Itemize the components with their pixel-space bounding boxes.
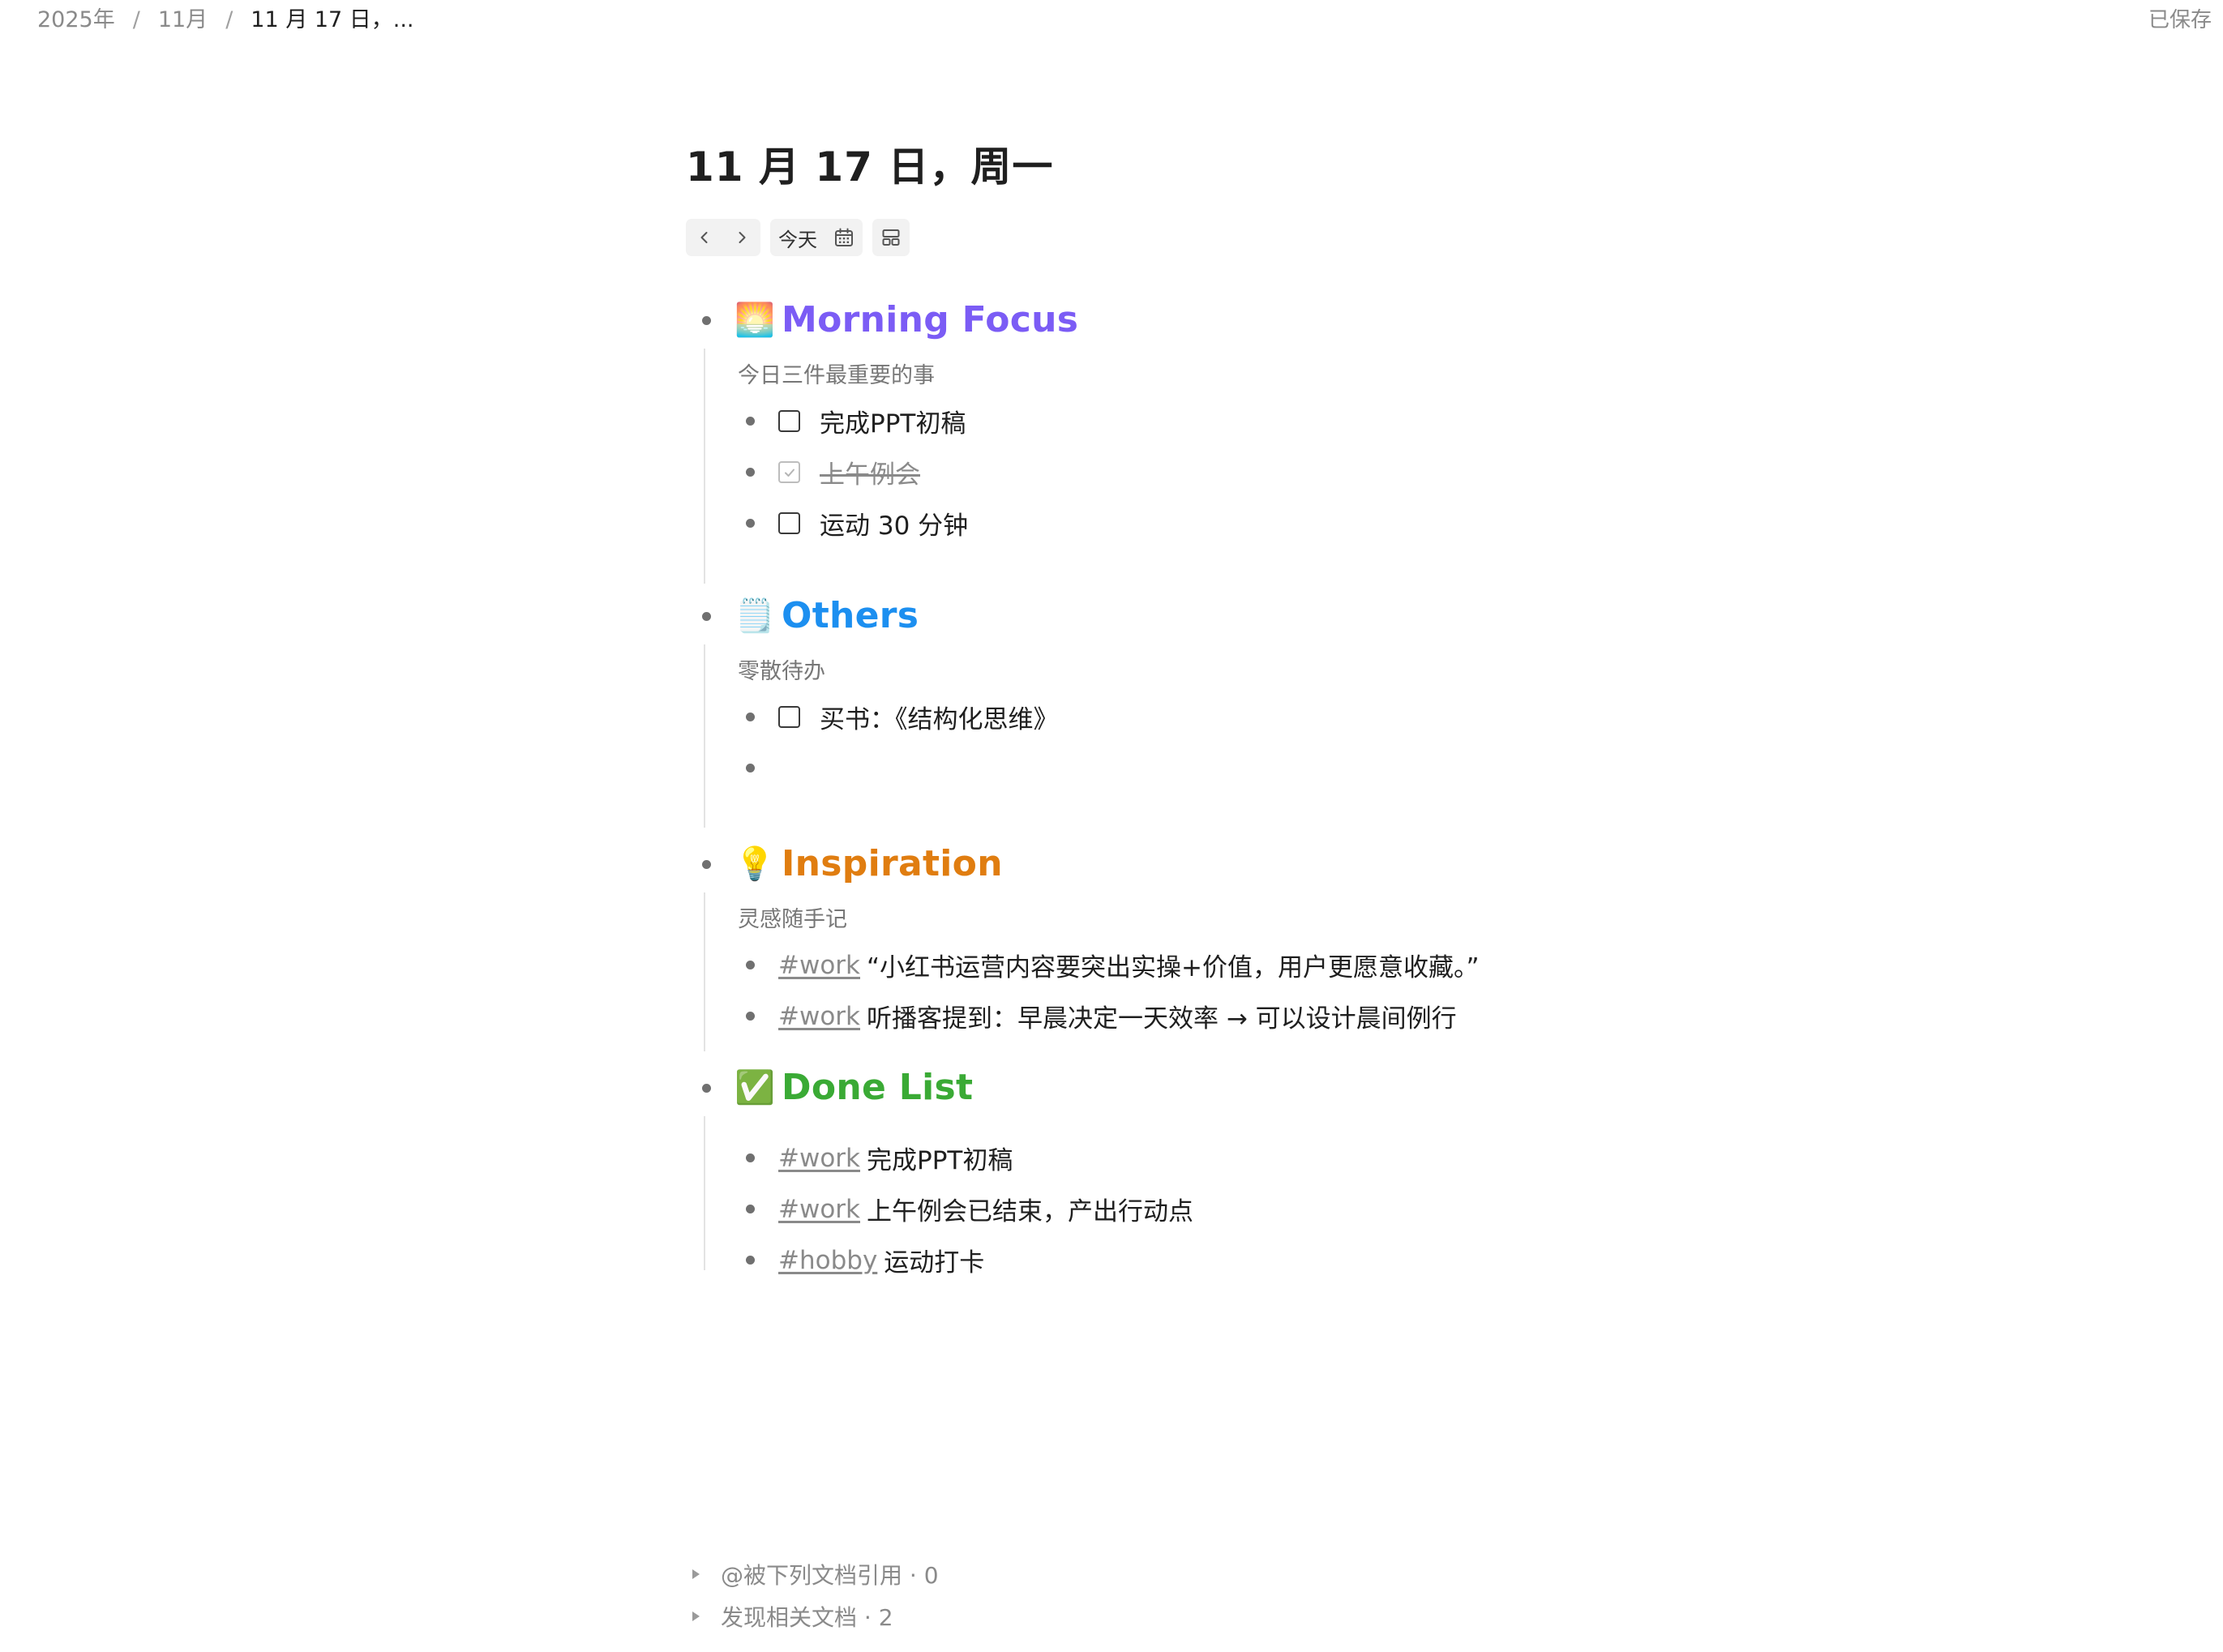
section-heading[interactable]: ✅ Done List	[686, 1059, 1740, 1116]
journal-page: 11 月 17 日，周一 今天 🌅 Morning Focus 今日三件最重要的…	[686, 138, 1740, 1278]
note-text[interactable]: 听播客提到：早晨决定一天效率 → 可以设计晨间例行	[867, 998, 1457, 1034]
related-docs-label: 发现相关文档 · 2	[721, 1604, 893, 1631]
task-text[interactable]: 运动 30 分钟	[820, 505, 968, 541]
section-heading[interactable]: 🗒️ Others	[686, 588, 1740, 644]
list-item[interactable]: #work 听播客提到：早晨决定一天效率 → 可以设计晨间例行	[705, 991, 1740, 1042]
date-toolbar: 今天	[686, 219, 1740, 256]
done-text[interactable]: 完成PPT初稿	[867, 1140, 1013, 1176]
page-footer: @被下列文档引用 · 0 发现相关文档 · 2	[686, 1553, 939, 1637]
list-item-empty[interactable]	[705, 743, 1740, 794]
notepad-icon: 🗒️	[735, 597, 775, 635]
task-checkbox[interactable]	[778, 410, 800, 432]
top-bar: 2025年 / 11月 / 11 月 17 日，... 已保存	[0, 0, 2223, 42]
bullet-dot[interactable]	[702, 1084, 711, 1093]
check-mark-button-icon: ✅	[735, 1069, 775, 1106]
section-children: 零散待办 买书：《结构化思维》	[704, 644, 1740, 828]
layout-icon	[882, 229, 900, 246]
next-day-button[interactable]	[723, 219, 760, 256]
list-item[interactable]: #work 完成PPT初稿	[705, 1132, 1740, 1183]
section-others: 🗒️ Others 零散待办 买书：《结构化思维》	[686, 588, 1740, 828]
layout-group	[872, 219, 910, 256]
section-title[interactable]: Done List	[782, 1059, 973, 1116]
bullet-dot[interactable]	[746, 417, 755, 426]
bullet-dot[interactable]	[746, 1256, 755, 1265]
section-heading[interactable]: 💡 Inspiration	[686, 836, 1740, 892]
list-item[interactable]: 完成PPT初稿	[705, 396, 1740, 447]
triangle-right-icon	[692, 1611, 700, 1621]
calendar-icon	[835, 228, 853, 246]
note-text[interactable]: “小红书运营内容要突出实操+价值，用户更愿意收藏。”	[867, 947, 1480, 983]
breadcrumb-year[interactable]: 2025年	[37, 6, 115, 34]
tag-link[interactable]: #hobby	[778, 1246, 877, 1275]
backlinks-toggle[interactable]: @被下列文档引用 · 0	[686, 1553, 939, 1595]
section-title[interactable]: Morning Focus	[782, 292, 1078, 349]
breadcrumb-separator: /	[132, 7, 140, 32]
section-description[interactable]: 灵感随手记	[705, 892, 1740, 939]
lightbulb-icon: 💡	[735, 845, 775, 883]
bullet-dot[interactable]	[702, 316, 711, 325]
today-button[interactable]: 今天	[770, 219, 825, 256]
task-checkbox[interactable]	[778, 706, 800, 728]
section-heading[interactable]: 🌅 Morning Focus	[686, 292, 1740, 349]
section-title[interactable]: Inspiration	[782, 836, 1003, 892]
section-done-list: ✅ Done List #work 完成PPT初稿 #work 上午例会已结束，…	[686, 1059, 1740, 1278]
layout-button[interactable]	[872, 219, 910, 256]
task-text[interactable]: 买书：《结构化思维》	[820, 699, 1059, 735]
list-item[interactable]: #work “小红书运营内容要突出实操+价值，用户更愿意收藏。”	[705, 939, 1740, 991]
related-docs-toggle[interactable]: 发现相关文档 · 2	[686, 1595, 939, 1637]
triangle-right-icon	[692, 1569, 700, 1579]
bullet-dot[interactable]	[746, 519, 755, 528]
bullet-dot[interactable]	[746, 1012, 755, 1021]
bullet-dot[interactable]	[702, 612, 711, 621]
task-text[interactable]: 完成PPT初稿	[820, 403, 966, 439]
done-text[interactable]: 上午例会已结束，产出行动点	[867, 1191, 1193, 1227]
tag-link[interactable]: #work	[778, 1144, 860, 1173]
bullet-dot[interactable]	[746, 764, 755, 773]
bullet-dot[interactable]	[746, 961, 755, 969]
list-item[interactable]: 运动 30 分钟	[705, 498, 1740, 549]
bullet-dot[interactable]	[702, 860, 711, 869]
tag-link[interactable]: #work	[778, 1195, 860, 1224]
chevron-right-icon	[739, 232, 746, 243]
breadcrumb: 2025年 / 11月 / 11 月 17 日，...	[37, 6, 414, 34]
bullet-dot[interactable]	[746, 1153, 755, 1162]
bullet-dot[interactable]	[746, 468, 755, 477]
section-description[interactable]: 今日三件最重要的事	[705, 349, 1740, 396]
page-title[interactable]: 11 月 17 日，周一	[686, 138, 1740, 196]
section-description[interactable]: 零散待办	[705, 644, 1740, 691]
section-inspiration: 💡 Inspiration 灵感随手记 #work “小红书运营内容要突出实操+…	[686, 836, 1740, 1051]
task-checkbox-checked[interactable]	[778, 461, 800, 483]
date-nav-group	[686, 219, 760, 256]
bullet-dot[interactable]	[746, 713, 755, 721]
calendar-button[interactable]	[825, 219, 863, 256]
tag-link[interactable]: #work	[778, 1002, 860, 1031]
done-text[interactable]: 运动打卡	[884, 1242, 984, 1278]
checkmark-icon	[784, 469, 795, 477]
list-item[interactable]: 上午例会	[705, 447, 1740, 498]
breadcrumb-current[interactable]: 11 月 17 日，...	[251, 6, 413, 34]
section-morning-focus: 🌅 Morning Focus 今日三件最重要的事 完成PPT初稿 上午例会 运…	[686, 292, 1740, 584]
outline: 🌅 Morning Focus 今日三件最重要的事 完成PPT初稿 上午例会 运…	[686, 292, 1740, 1278]
chevron-left-icon	[700, 232, 708, 243]
list-item[interactable]: #work 上午例会已结束，产出行动点	[705, 1183, 1740, 1235]
section-children: 今日三件最重要的事 完成PPT初稿 上午例会 运动 30 分钟	[704, 349, 1740, 584]
section-children: #work 完成PPT初稿 #work 上午例会已结束，产出行动点 #hobby…	[704, 1116, 1740, 1278]
bullet-dot[interactable]	[746, 1205, 755, 1213]
save-status: 已保存	[2148, 8, 2212, 32]
backlinks-label: @被下列文档引用 · 0	[721, 1562, 939, 1589]
date-actions-group: 今天	[770, 219, 863, 256]
section-title[interactable]: Others	[782, 588, 919, 644]
prev-day-button[interactable]	[686, 219, 723, 256]
tag-link[interactable]: #work	[778, 951, 860, 980]
breadcrumb-separator: /	[225, 7, 233, 32]
section-children: 灵感随手记 #work “小红书运营内容要突出实操+价值，用户更愿意收藏。” #…	[704, 892, 1740, 1051]
list-item[interactable]: 买书：《结构化思维》	[705, 691, 1740, 743]
sunrise-icon: 🌅	[735, 302, 775, 339]
breadcrumb-month[interactable]: 11月	[158, 6, 208, 34]
list-item[interactable]: #hobby 运动打卡	[705, 1235, 1740, 1286]
task-checkbox[interactable]	[778, 512, 800, 534]
task-text[interactable]: 上午例会	[820, 454, 920, 490]
